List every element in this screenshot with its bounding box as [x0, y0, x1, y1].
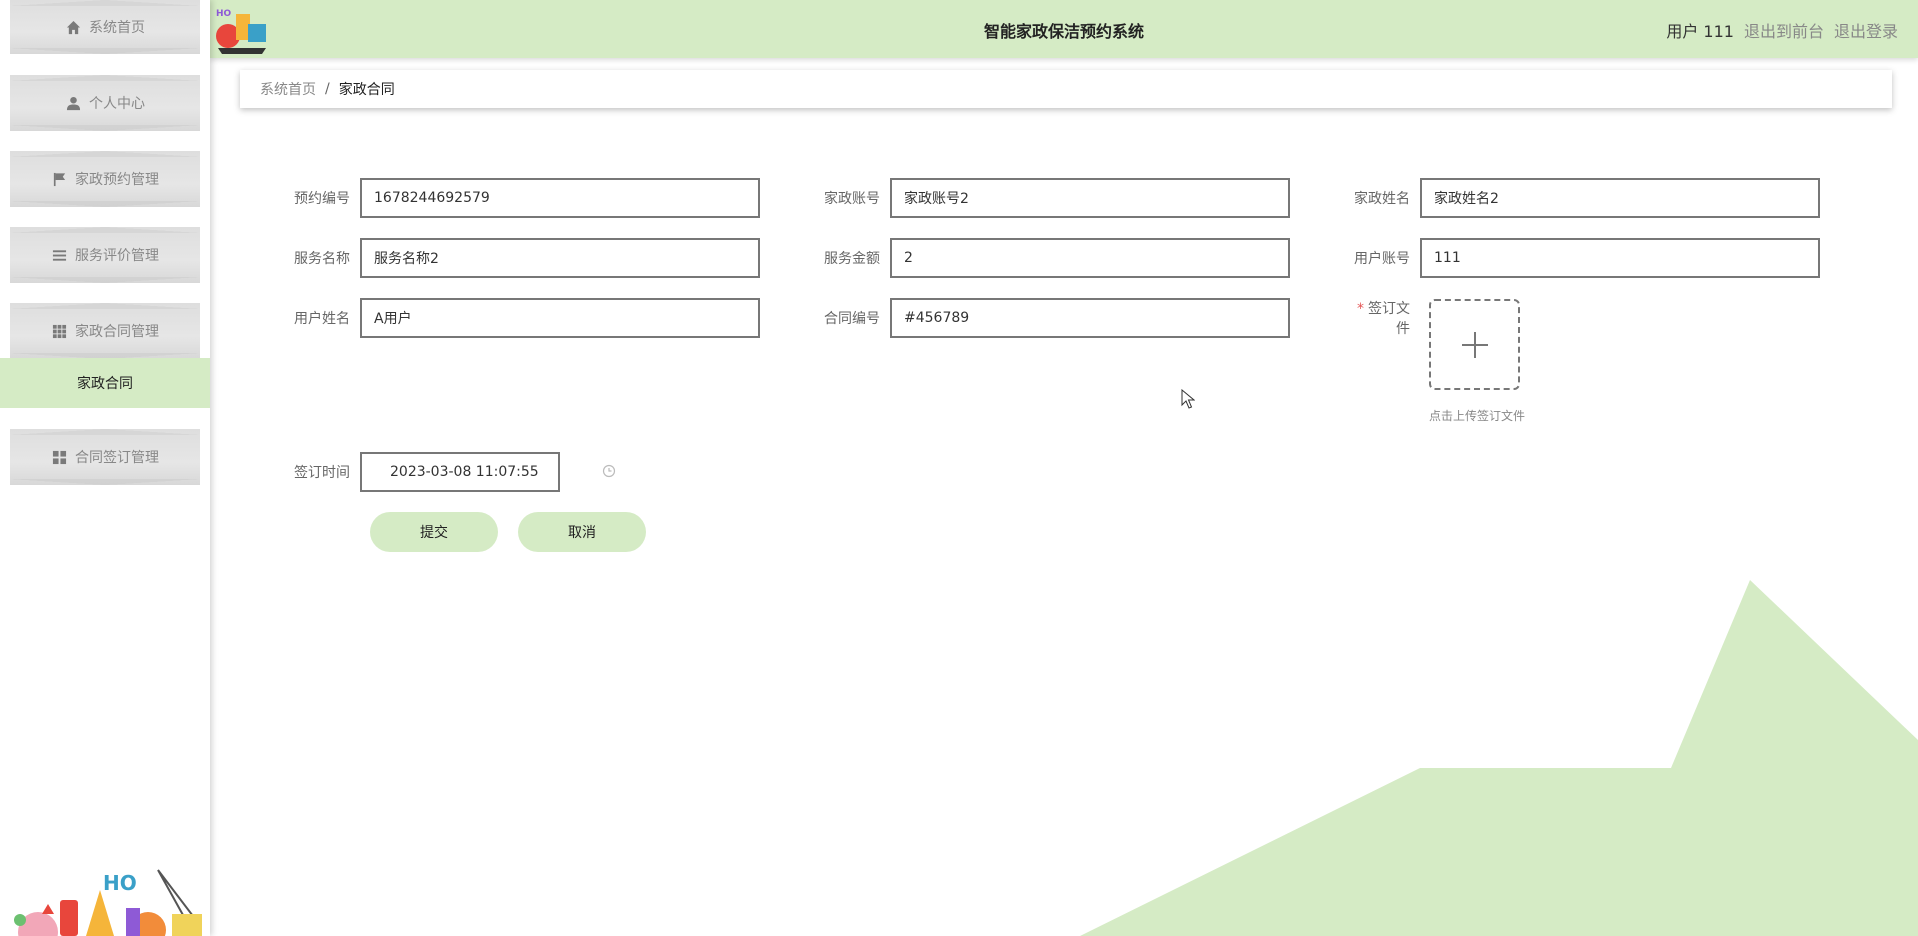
top-header: HO 智能家政保洁预约系统 用户 111 退出到前台 退出登录 — [210, 0, 1918, 58]
sidebar-item-label: 服务评价管理 — [75, 248, 159, 264]
upload-hint: 点击上传签订文件 — [1429, 409, 1526, 423]
sign-time-label: 签订时间 — [294, 465, 350, 481]
svg-text:HO: HO — [103, 871, 137, 895]
clock-icon — [602, 464, 616, 478]
service-amount-label: 服务金额 — [824, 251, 880, 267]
sidebar-item-label: 个人中心 — [89, 96, 145, 112]
sign-time-field: 签订时间 — [290, 452, 616, 492]
service-amount-field: 服务金额 — [820, 238, 1290, 278]
list-icon — [51, 247, 67, 263]
sign-file-label-text: 签订文件 — [1368, 301, 1410, 337]
current-user-label: 用户 111 — [1666, 22, 1734, 41]
housekeeper-name-input[interactable] — [1420, 178, 1820, 218]
sign-file-field: * 签订文件 — [1350, 298, 1420, 338]
contract-no-input[interactable] — [890, 298, 1290, 338]
housekeeper-name-label: 家政姓名 — [1354, 191, 1410, 207]
housekeeper-name-field: 家政姓名 — [1350, 178, 1820, 218]
housekeeper-account-field: 家政账号 — [820, 178, 1290, 218]
service-amount-input[interactable] — [890, 238, 1290, 278]
logout-link[interactable]: 退出登录 — [1834, 18, 1898, 42]
sidebar-item-signing-management[interactable]: 合同签订管理 — [10, 429, 200, 485]
contract-no-label: 合同编号 — [824, 311, 880, 327]
sidebar-item-home[interactable]: 系统首页 — [10, 0, 200, 54]
sidebar-item-label: 合同签订管理 — [75, 450, 159, 466]
user-icon — [65, 95, 81, 111]
header-user-actions: 用户 111 退出到前台 退出登录 — [1666, 18, 1898, 42]
service-name-input[interactable] — [360, 238, 760, 278]
sign-time-input[interactable] — [360, 452, 560, 492]
housekeeper-account-label: 家政账号 — [824, 191, 880, 207]
booking-no-label: 预约编号 — [294, 191, 350, 207]
sidebar-item-label: 家政预约管理 — [75, 172, 159, 188]
breadcrumb-separator: / — [325, 81, 330, 97]
contract-no-field: 合同编号 — [820, 298, 1290, 338]
service-name-field: 服务名称 — [290, 238, 760, 278]
sidebar-item-booking-management[interactable]: 家政预约管理 — [10, 151, 200, 207]
user-name-label: 用户姓名 — [294, 311, 350, 327]
user-name-input[interactable] — [360, 298, 760, 338]
sidebar-subitem-contract[interactable]: 家政合同 — [0, 358, 210, 408]
user-name-field: 用户姓名 — [290, 298, 760, 338]
grid-icon — [51, 323, 67, 339]
sidebar-item-review-management[interactable]: 服务评价管理 — [10, 227, 200, 283]
sidebar-decoration-illustration: HO — [14, 869, 202, 936]
apps-icon — [51, 449, 67, 465]
cancel-button[interactable]: 取消 — [518, 512, 646, 552]
booking-no-input[interactable] — [360, 178, 760, 218]
user-account-field: 用户账号 — [1350, 238, 1820, 278]
exit-to-frontend-link[interactable]: 退出到前台 — [1744, 18, 1824, 42]
sidebar-subitem-label: 家政合同 — [77, 376, 133, 392]
mouse-cursor-icon — [1181, 389, 1195, 409]
plus-icon — [1461, 331, 1488, 358]
home-icon — [65, 19, 81, 35]
app-title: 智能家政保洁预约系统 — [983, 22, 1144, 41]
user-account-label: 用户账号 — [1354, 251, 1410, 267]
service-name-label: 服务名称 — [294, 251, 350, 267]
booking-no-field: 预约编号 — [290, 178, 760, 218]
breadcrumb: 系统首页 / 家政合同 — [240, 70, 1892, 108]
breadcrumb-home[interactable]: 系统首页 — [260, 79, 316, 99]
sidebar-item-contract-management[interactable]: 家政合同管理 — [10, 303, 200, 359]
sidebar-item-label: 系统首页 — [89, 20, 145, 36]
housekeeper-account-input[interactable] — [890, 178, 1290, 218]
required-mark: * — [1357, 301, 1364, 317]
sign-file-label: * 签订文件 — [1350, 298, 1420, 338]
sidebar-item-label: 家政合同管理 — [75, 324, 159, 340]
user-account-input[interactable] — [1420, 238, 1820, 278]
breadcrumb-current: 家政合同 — [338, 82, 395, 98]
sidebar: 系统首页 个人中心 家政预约管理 服务评价管理 家政合同管理 家政合同 合同签订… — [0, 0, 210, 936]
submit-button[interactable]: 提交 — [370, 512, 498, 552]
background-decoration — [1080, 580, 1918, 936]
sign-file-upload-button[interactable] — [1429, 299, 1520, 390]
sidebar-item-personal-center[interactable]: 个人中心 — [10, 75, 200, 131]
flag-icon — [51, 171, 67, 187]
